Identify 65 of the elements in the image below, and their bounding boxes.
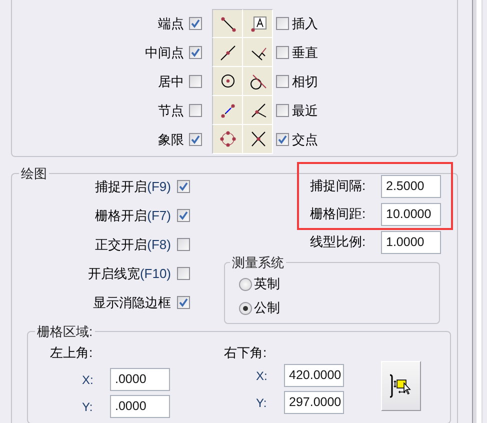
checkbox[interactable]	[177, 180, 190, 193]
input-field[interactable]: 420.0000	[284, 364, 344, 387]
nearest-snap-icon	[243, 96, 273, 125]
snap-label: 交点	[292, 130, 318, 148]
checkbox[interactable]	[276, 46, 289, 59]
coordinate-label: Y:	[256, 396, 268, 410]
input-field[interactable]: .0000	[110, 368, 170, 391]
endpoint-snap-icon	[212, 9, 243, 38]
radio-button[interactable]	[239, 302, 252, 314]
snap-label: 居中	[158, 72, 184, 90]
radio-label: 公制	[254, 299, 280, 317]
toggle-label: 捕捉开启(F9)	[95, 178, 171, 196]
insert-snap-icon	[243, 9, 273, 38]
corner-label: 右下角:	[224, 344, 268, 362]
checkbox[interactable]	[189, 46, 202, 59]
center-snap-icon	[212, 67, 243, 96]
checkbox[interactable]	[276, 17, 289, 30]
snap-label: 节点	[158, 102, 184, 120]
checkbox[interactable]	[177, 209, 190, 222]
snap-label: 垂直	[292, 44, 318, 62]
coordinate-label: X:	[82, 372, 94, 386]
checkbox[interactable]	[276, 104, 289, 117]
checkbox[interactable]	[189, 75, 202, 88]
toggle-label: 显示消隐边框	[93, 294, 171, 312]
toggle-label: 正交开启(F8)	[95, 236, 171, 254]
coordinate-label: Y:	[82, 400, 94, 414]
input-field[interactable]: .0000	[110, 395, 170, 418]
checkbox[interactable]	[177, 296, 190, 309]
midpoint-snap-icon	[212, 38, 243, 67]
radio-label: 英制	[254, 275, 280, 293]
setting-label: 线型比例:	[310, 233, 366, 251]
corner-label: 左上角:	[50, 344, 94, 362]
group-title: 绘图	[19, 166, 49, 181]
snap-label: 相切	[292, 72, 318, 90]
radio-button[interactable]	[239, 278, 252, 290]
checkbox[interactable]	[276, 75, 289, 88]
snap-label: 象限	[158, 130, 184, 148]
intersection-snap-icon	[243, 125, 273, 154]
coordinate-label: X:	[256, 368, 268, 382]
checkbox[interactable]	[177, 238, 190, 251]
checkbox[interactable]	[177, 267, 190, 280]
setting-label: 栅格间距:	[310, 205, 366, 223]
checkbox[interactable]	[189, 17, 202, 30]
toggle-label: 开启线宽(F10)	[88, 264, 171, 282]
input-field[interactable]: 297.0000	[284, 391, 344, 414]
snap-label: 中间点	[145, 44, 184, 62]
checkbox[interactable]	[276, 133, 289, 146]
window-select-icon	[388, 373, 414, 399]
pick-area-button[interactable]	[381, 361, 421, 411]
group-title: 测量系统	[230, 255, 286, 270]
input-field[interactable]: 1.0000	[381, 230, 441, 254]
snap-label: 最近	[292, 102, 318, 120]
checkbox[interactable]	[189, 133, 202, 146]
snap-label: 插入	[292, 14, 318, 32]
perpendicular-snap-icon	[243, 38, 273, 67]
setting-label: 捕捉间隔:	[310, 177, 366, 195]
checkbox[interactable]	[189, 104, 202, 117]
snap-label: 端点	[158, 14, 184, 32]
quadrant-snap-icon	[212, 125, 243, 154]
input-field[interactable]: 10.0000	[381, 202, 441, 226]
input-field[interactable]: 2.5000	[381, 174, 441, 198]
group-title: 栅格区域:	[35, 324, 95, 339]
tangent-snap-icon	[243, 67, 273, 96]
toggle-label: 栅格开启(F7)	[95, 206, 171, 224]
node-snap-icon	[212, 96, 243, 125]
